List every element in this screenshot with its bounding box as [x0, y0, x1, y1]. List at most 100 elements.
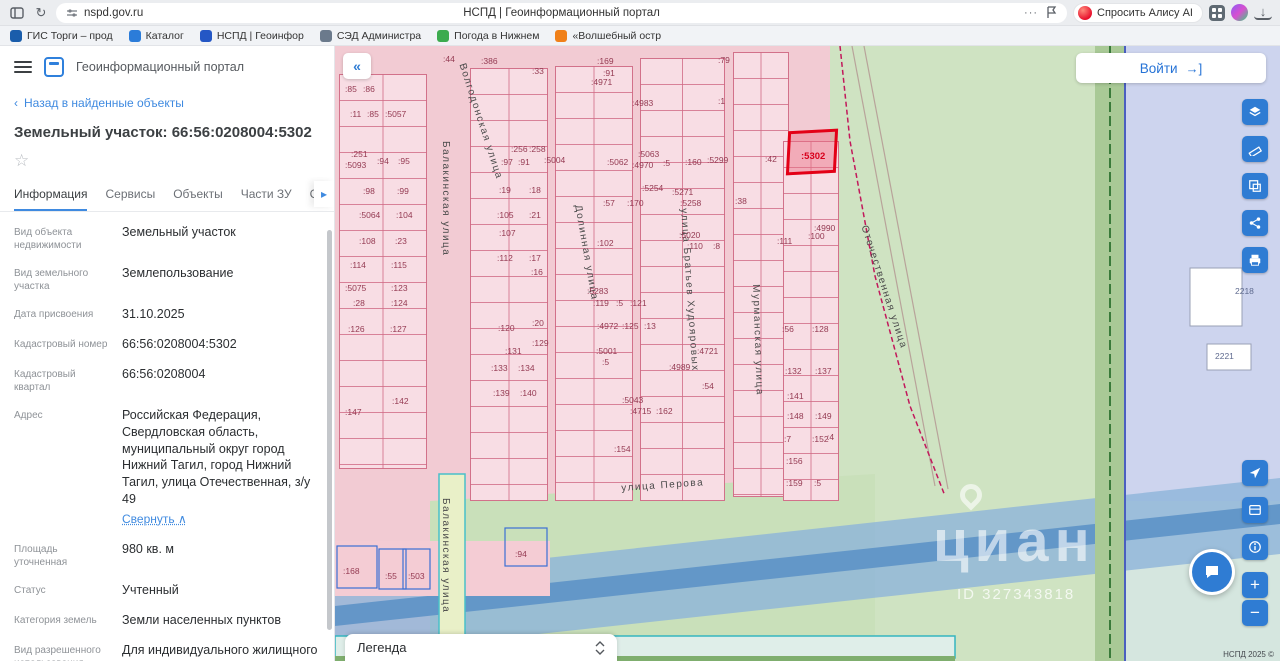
- menu-button[interactable]: [14, 61, 32, 73]
- tabs-scroll-right-button[interactable]: ▸: [314, 181, 334, 207]
- page-title: Земельный участок: 66:56:0208004:5302: [0, 114, 334, 145]
- panel-header: Геоинформационный портал: [0, 46, 334, 88]
- legend-expand-icon: [595, 641, 605, 655]
- field-row: Площадь уточненная980 кв. м: [14, 541, 320, 569]
- field-label: Статус: [14, 582, 112, 599]
- collections-icon[interactable]: [1209, 5, 1225, 21]
- parcel-block[interactable]: [640, 58, 725, 501]
- field-value-wrap: 66:56:0208004:5302: [122, 336, 237, 353]
- selected-parcel[interactable]: [786, 129, 838, 176]
- panels-icon[interactable]: [8, 4, 26, 22]
- bookmark-label: «Волшебный остр: [572, 30, 661, 42]
- field-label: Вид земельного участка: [14, 265, 112, 293]
- profile-avatar[interactable]: [1231, 4, 1248, 21]
- bookmark-item[interactable]: Каталог: [129, 30, 184, 42]
- bookmark-item[interactable]: СЭД Администра: [320, 30, 421, 42]
- bookmark-label: СЭД Администра: [337, 30, 421, 42]
- field-value-wrap: Земли населенных пунктов: [122, 612, 281, 629]
- bookmark-item[interactable]: Погода в Нижнем: [437, 30, 539, 42]
- field-value: 66:56:0208004: [122, 366, 205, 383]
- legend-bar[interactable]: Легенда: [345, 634, 617, 661]
- more-menu-icon[interactable]: ···: [1024, 7, 1038, 19]
- downloads-icon[interactable]: ↓: [1254, 6, 1272, 20]
- zoom-in-button[interactable]: +: [1242, 572, 1268, 598]
- bookmark-item[interactable]: ГИС Торги – прод: [10, 30, 113, 42]
- address-bar[interactable]: nspd.gov.ru НСПД | Геоинформационный пор…: [56, 3, 1067, 23]
- field-row: Кадастровый номер 66:56:0208004:5302: [14, 336, 320, 353]
- field-label: Адрес: [14, 407, 112, 528]
- app-title: Геоинформационный портал: [76, 60, 244, 74]
- field-row: Дата присвоения 31.10.2025: [14, 306, 320, 323]
- legend-label: Легенда: [357, 640, 406, 655]
- login-arrow-icon: →]: [1186, 61, 1203, 76]
- field-value: Российская Федерация, Свердловская облас…: [122, 407, 320, 508]
- bookmark-label: Каталог: [146, 30, 184, 42]
- bookmark-item[interactable]: НСПД | Геоинфор: [200, 30, 304, 42]
- info-button[interactable]: [1242, 534, 1268, 560]
- field-value: Земельный участок: [122, 224, 236, 241]
- login-label: Войти: [1140, 61, 1178, 76]
- back-label: Назад в найденные объекты: [24, 96, 184, 110]
- map-attribution: НСПД 2025 ©: [1223, 650, 1274, 659]
- locate-button[interactable]: [1242, 460, 1268, 486]
- tab-Информация[interactable]: Информация: [14, 187, 87, 211]
- browser-chrome: ↻ nspd.gov.ru НСПД | Геоинформационный п…: [0, 0, 1280, 26]
- field-label: Вид объекта недвижимости: [14, 224, 112, 252]
- field-value-wrap: 66:56:0208004: [122, 366, 205, 394]
- favorite-star-icon[interactable]: ☆: [0, 145, 334, 177]
- parcel-block[interactable]: [339, 74, 427, 469]
- bookmark-favicon: [320, 30, 332, 42]
- bookmark-flag-icon[interactable]: [1046, 6, 1057, 19]
- map-canvas[interactable]: Балакинская улицаВолгодонская улицаДолин…: [335, 46, 1280, 661]
- bookmark-favicon: [555, 30, 567, 42]
- bookmark-item[interactable]: «Волшебный остр: [555, 30, 661, 42]
- field-label: Дата присвоения: [14, 306, 112, 323]
- field-value-wrap: Для индивидуального жилищного строительс…: [122, 642, 320, 661]
- parcel-block[interactable]: [733, 52, 789, 497]
- share-button[interactable]: [1242, 210, 1268, 236]
- field-row: Статус Учтенный: [14, 582, 320, 599]
- print-button[interactable]: [1242, 247, 1268, 273]
- parcel-block[interactable]: [470, 68, 548, 501]
- tab-title: НСПД | Геоинформационный портал: [56, 7, 1067, 19]
- field-row: Кадастровый квартал 66:56:0208004: [14, 366, 320, 394]
- refresh-icon[interactable]: ↻: [32, 4, 50, 22]
- field-row: Категория земель Земли населенных пунктов: [14, 612, 320, 629]
- field-value-wrap: Учтенный: [122, 582, 179, 599]
- tab-Сервисы[interactable]: Сервисы: [105, 187, 155, 211]
- parcel-block[interactable]: [555, 66, 633, 501]
- chat-bubble-icon: [1192, 552, 1232, 592]
- field-label: Категория земель: [14, 612, 112, 629]
- alice-label: Спросить Алису AI: [1097, 7, 1193, 19]
- field-value-wrap: Земельный участок: [122, 224, 236, 252]
- collapse-panel-button[interactable]: «: [343, 53, 371, 79]
- ask-alice-button[interactable]: Спросить Алису AI: [1073, 3, 1203, 23]
- tab-Объекты[interactable]: Объекты: [173, 187, 223, 211]
- back-link[interactable]: ‹ Назад в найденные объекты: [0, 88, 334, 114]
- basemap-button[interactable]: [1242, 497, 1268, 523]
- field-value-wrap: 31.10.2025: [122, 306, 185, 323]
- field-row: АдресРоссийская Федерация, Свердловская …: [14, 407, 320, 528]
- field-value-wrap: 980 кв. м: [122, 541, 174, 569]
- panel-scrollbar[interactable]: [327, 230, 332, 630]
- tab-Части ЗУ[interactable]: Части ЗУ: [241, 187, 292, 211]
- field-label: Вид разрешенного использования: [14, 642, 112, 661]
- bookmark-label: Погода в Нижнем: [454, 30, 539, 42]
- chat-button[interactable]: [1189, 549, 1235, 595]
- ruler-button[interactable]: [1242, 136, 1268, 162]
- field-label: Кадастровый квартал: [14, 366, 112, 394]
- nspd-logo-icon: [44, 57, 64, 77]
- site-settings-icon: [66, 7, 78, 19]
- field-value: Землепользование: [122, 265, 233, 282]
- collapse-address-link[interactable]: Свернуть ∧: [122, 512, 187, 526]
- parcel-block[interactable]: [783, 141, 839, 501]
- back-arrow-icon: ‹: [14, 96, 18, 110]
- fields-list: Вид объекта недвижимости Земельный участо…: [0, 212, 334, 661]
- bookmark-favicon: [10, 30, 22, 42]
- layers-button[interactable]: [1242, 99, 1268, 125]
- login-button[interactable]: Войти →]: [1076, 53, 1266, 83]
- field-label: Кадастровый номер: [14, 336, 112, 353]
- zoom-out-button[interactable]: −: [1242, 600, 1268, 626]
- measure-area-button[interactable]: [1242, 173, 1268, 199]
- object-info-panel: Геоинформационный портал ‹ Назад в найде…: [0, 46, 335, 661]
